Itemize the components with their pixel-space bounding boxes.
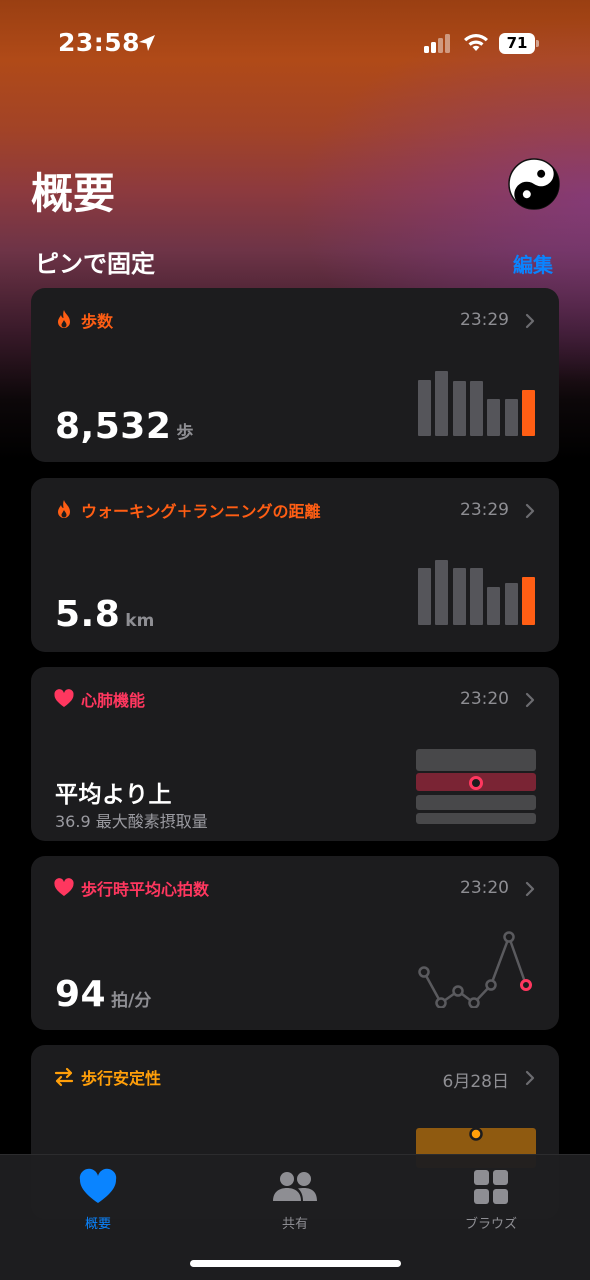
heart-rate-unit: 拍/分	[111, 991, 152, 1011]
battery-icon: 71	[499, 33, 539, 54]
yin-yang-icon[interactable]	[508, 158, 560, 210]
chevron-right-icon	[525, 692, 535, 708]
battery-level: 71	[499, 33, 535, 54]
tab-label: ブラウズ	[464, 1217, 517, 1232]
pinned-section-title: ピンで固定	[35, 250, 155, 278]
chart-bar	[521, 390, 535, 436]
steadiness-marker	[469, 1127, 483, 1141]
chart-bar	[521, 577, 535, 625]
walking-heart-rate-card[interactable]: 歩行時平均心拍数 23:20 94 拍/分	[31, 856, 559, 1030]
chart-bar	[418, 380, 431, 436]
tab-summary[interactable]: 概要	[33, 1167, 163, 1232]
location-arrow-icon	[139, 35, 155, 51]
vo2-level-high	[416, 749, 536, 771]
cardio-value: 平均より上	[55, 782, 173, 808]
wifi-icon	[464, 34, 488, 51]
distance-value: 5.8	[55, 594, 121, 635]
cardio-value-row: 平均より上	[55, 775, 172, 809]
page-title: 概要	[31, 169, 116, 218]
card-title: 歩行安定性	[81, 1069, 162, 1088]
card-timestamp: 23:20	[460, 878, 509, 898]
heart-icon	[54, 878, 74, 896]
steps-value: 8,532	[55, 406, 172, 447]
card-timestamp: 23:20	[460, 689, 509, 709]
card-header: 歩数	[53, 308, 113, 332]
chart-bar	[504, 583, 518, 625]
distance-card[interactable]: ウォーキング＋ランニングの距離 23:29 5.8 km	[31, 478, 559, 652]
edit-button[interactable]: 編集	[513, 249, 553, 278]
tab-label: 概要	[84, 1217, 111, 1232]
chart-bar	[504, 399, 518, 436]
tab-sharing[interactable]: 共有	[230, 1167, 360, 1232]
chart-bar	[418, 568, 431, 625]
steps-bar-chart	[418, 370, 538, 436]
card-title: 心肺機能	[81, 691, 146, 710]
arrows-swap-icon	[54, 1067, 74, 1087]
chart-bar	[452, 381, 466, 436]
vo2-level-below-average	[416, 795, 536, 810]
chart-bar	[435, 371, 449, 436]
current-level-marker	[469, 776, 483, 790]
grid-icon	[474, 1170, 508, 1204]
heart-icon	[54, 689, 74, 707]
chart-bar	[435, 560, 449, 625]
home-indicator	[190, 1260, 401, 1267]
card-header: 歩行時平均心拍数	[53, 876, 209, 900]
chevron-right-icon	[525, 881, 535, 897]
vo2-level-low	[416, 813, 536, 824]
status-time: 23:58	[58, 28, 141, 57]
heart-rate-sparkline	[418, 931, 532, 1008]
card-title: 歩行時平均心拍数	[81, 880, 210, 899]
steps-card[interactable]: 歩数 23:29 8,532 歩	[31, 288, 559, 462]
card-title: ウォーキング＋ランニングの距離	[81, 502, 321, 521]
cardio-subtext: 36.9 最大酸素摂取量	[55, 812, 208, 831]
cardio-fitness-card[interactable]: 心肺機能 23:20 平均より上 36.9 最大酸素摂取量	[31, 667, 559, 841]
flame-icon	[58, 310, 70, 328]
chevron-right-icon	[525, 503, 535, 519]
chart-bar	[469, 568, 483, 625]
heart-filled-icon	[79, 1168, 117, 1203]
card-timestamp: 6月28日	[442, 1072, 509, 1092]
chevron-right-icon	[525, 1070, 535, 1086]
heart-rate-value: 94	[55, 974, 107, 1015]
people-icon	[273, 1172, 317, 1201]
card-timestamp: 23:29	[460, 310, 509, 330]
chart-bar	[487, 399, 501, 436]
chevron-right-icon	[525, 313, 535, 329]
status-bar: 23:58 71	[0, 0, 590, 90]
tab-label: 共有	[281, 1217, 308, 1232]
card-header: 心肺機能	[53, 687, 145, 711]
card-title: 歩数	[81, 312, 114, 331]
steps-value-row: 8,532 歩	[55, 406, 193, 447]
steps-unit: 歩	[176, 423, 194, 443]
chart-bar	[469, 381, 483, 436]
tab-browse[interactable]: ブラウズ	[426, 1167, 556, 1232]
distance-value-row: 5.8 km	[55, 594, 154, 635]
cellular-signal-icon	[424, 33, 452, 53]
distance-bar-chart	[418, 559, 538, 625]
heart-rate-value-row: 94 拍/分	[55, 974, 151, 1015]
card-timestamp: 23:29	[460, 500, 509, 520]
card-header: 歩行安定性	[53, 1065, 161, 1089]
card-header: ウォーキング＋ランニングの距離	[53, 498, 321, 522]
chart-bar	[452, 568, 466, 625]
flame-icon	[58, 500, 70, 518]
chart-bar	[487, 587, 501, 625]
distance-unit: km	[125, 611, 155, 631]
